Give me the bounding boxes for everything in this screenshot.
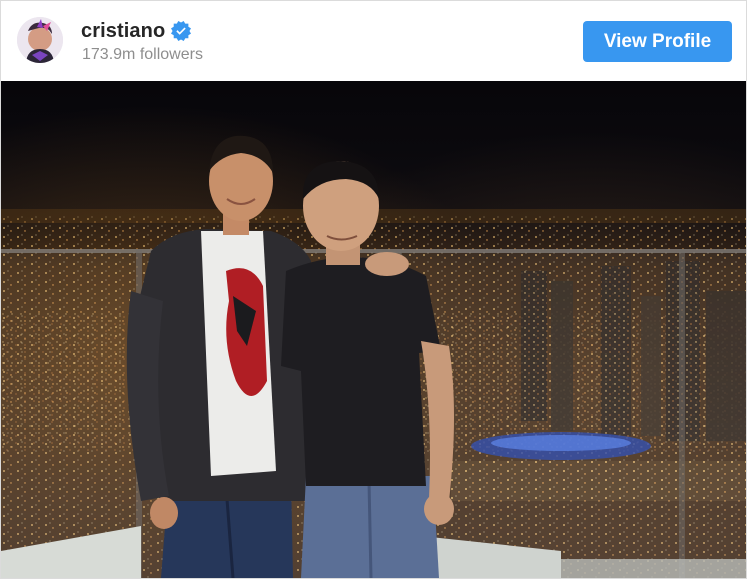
avatar-image: [17, 17, 63, 63]
instagram-embed: cristiano 173.9m followers View Profile: [0, 0, 747, 579]
post-photo[interactable]: [1, 81, 746, 578]
profile-avatar[interactable]: [17, 17, 63, 63]
followers-count: 173.9m followers: [82, 46, 203, 63]
post-image: [1, 81, 746, 578]
username[interactable]: cristiano: [81, 20, 165, 43]
username-row: cristiano: [81, 19, 192, 43]
view-profile-button[interactable]: View Profile: [583, 21, 732, 62]
verified-badge-icon: [171, 21, 192, 41]
post-header: cristiano 173.9m followers View Profile: [1, 1, 746, 81]
